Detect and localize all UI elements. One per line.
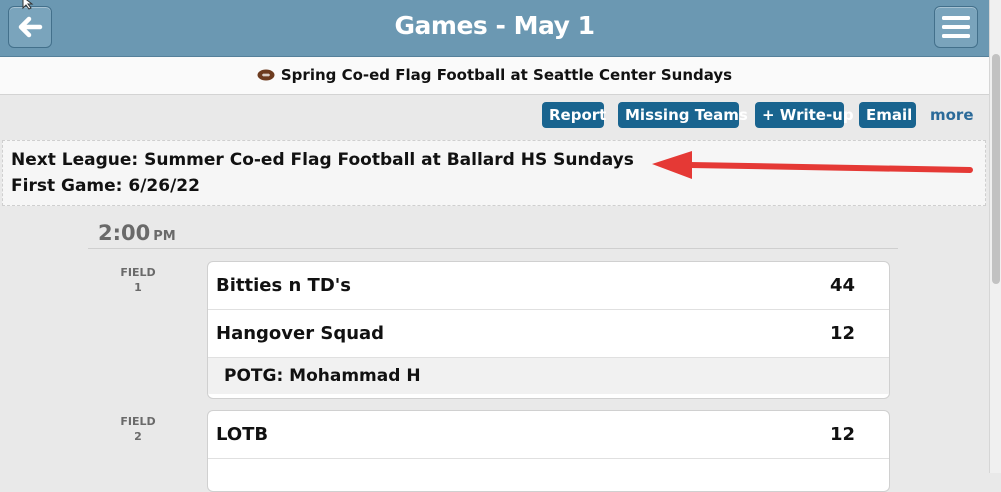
player-of-the-game: POTG: Mohammad H — [208, 358, 889, 394]
field-number: 2 — [134, 430, 142, 443]
more-link[interactable]: more — [930, 102, 974, 128]
page-title: Games - May 1 — [394, 11, 595, 40]
hamburger-menu-icon — [942, 16, 970, 38]
field-label: FIELD 1 — [110, 265, 166, 295]
report-button[interactable]: Report — [542, 102, 606, 128]
team-row[interactable]: LOTB 12 — [208, 411, 889, 459]
field-label-text: FIELD — [120, 266, 156, 279]
app-header: Games - May 1 — [0, 0, 989, 57]
league-name: Spring Co-ed Flag Football at Seattle Ce… — [280, 66, 733, 84]
team-row[interactable]: Bitties n TD's 44 — [208, 262, 889, 310]
league-subtitle-bar: Spring Co-ed Flag Football at Seattle Ce… — [0, 57, 989, 95]
time-slot-heading: 2:00 PM — [98, 221, 176, 245]
next-league-text: Next League: Summer Co-ed Flag Football … — [11, 150, 634, 170]
team-score: 12 — [830, 424, 856, 445]
annotation-arrow-icon — [652, 151, 973, 179]
team-score: 44 — [830, 275, 856, 296]
team-name: Bitties n TD's — [216, 275, 351, 296]
team-name: Hangover Squad — [216, 323, 385, 344]
scrollbar[interactable] — [989, 0, 1001, 473]
field-label: FIELD 2 — [110, 414, 166, 444]
game-card[interactable]: LOTB 12 — [207, 410, 890, 492]
menu-button[interactable] — [934, 6, 978, 48]
back-button[interactable] — [8, 6, 52, 48]
field-label-text: FIELD — [120, 415, 156, 428]
team-name: LOTB — [216, 424, 269, 445]
first-game-text: First Game: 6/26/22 — [11, 176, 200, 196]
missing-teams-button[interactable]: Missing Teams — [618, 102, 748, 128]
scrollbar-thumb[interactable] — [992, 54, 1000, 284]
team-row[interactable]: Hangover Squad 12 — [208, 310, 889, 358]
time-slot-ampm: PM — [153, 229, 176, 244]
back-arrow-icon — [18, 16, 43, 38]
time-slot-time: 2:00 — [98, 221, 151, 245]
field-number: 1 — [134, 281, 142, 294]
write-up-button[interactable]: + Write-up — [755, 102, 854, 128]
game-card[interactable]: Bitties n TD's 44 Hangover Squad 12 POTG… — [207, 261, 890, 399]
football-icon — [257, 58, 275, 94]
team-score: 12 — [830, 323, 856, 344]
email-button[interactable]: Email — [859, 102, 916, 128]
mouse-cursor-icon — [22, 0, 34, 10]
divider — [88, 248, 898, 249]
